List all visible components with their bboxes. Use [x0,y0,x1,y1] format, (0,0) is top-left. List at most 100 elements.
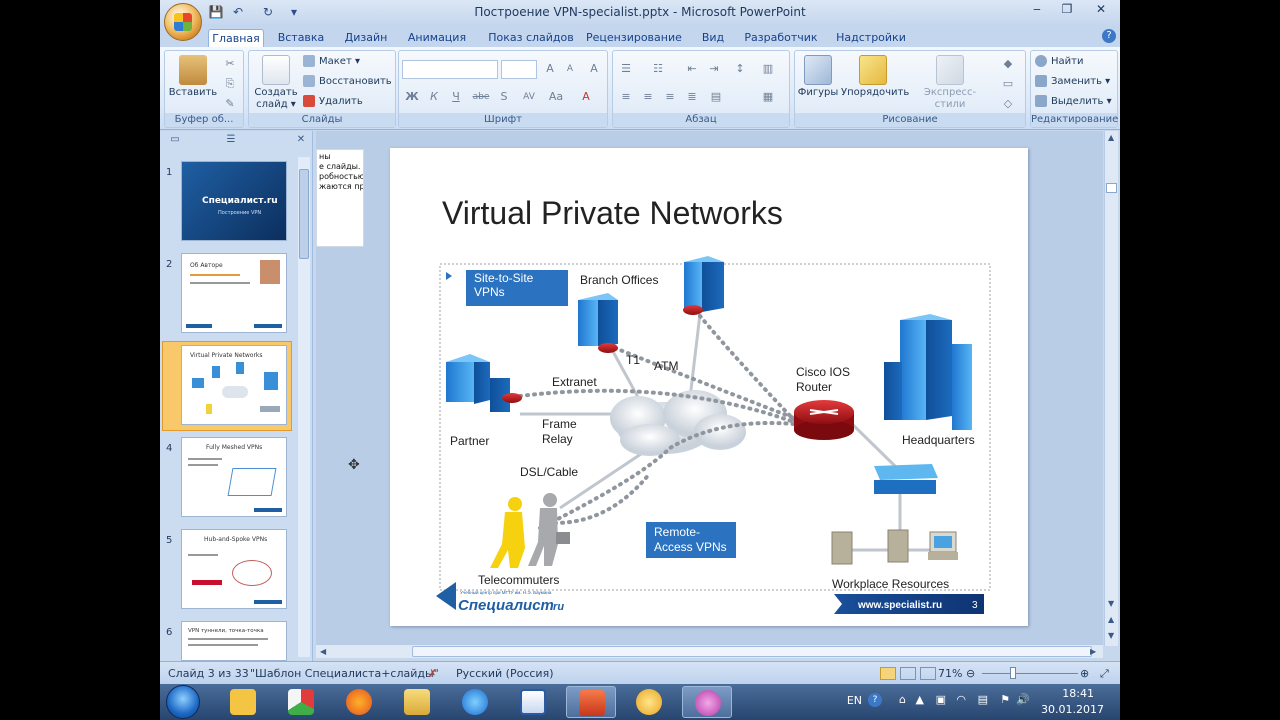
next-slide-icon[interactable]: ▼ [1108,631,1114,640]
underline-button[interactable]: Ч [447,88,465,106]
tab-design[interactable]: Дизайн [338,29,394,47]
wifi-icon[interactable]: ◠ [956,693,966,706]
copy-icon[interactable]: ⎘ [221,75,239,93]
taskbar-word[interactable] [508,686,558,718]
slide-thumb-2[interactable]: Об Авторе [181,253,287,333]
change-case-button[interactable]: Aa [545,88,567,106]
prev-slide-icon[interactable]: ▲ [1108,615,1114,624]
slide-thumb-3[interactable]: Virtual Private Networks [181,345,287,425]
layout-button[interactable]: Макет ▾ [303,53,360,71]
italic-button[interactable]: К [425,88,443,106]
close-panel-icon[interactable]: ✕ [290,134,312,150]
shadow-button[interactable]: S [495,88,513,106]
font-name-combo[interactable] [402,60,498,79]
delete-slide-button[interactable]: Удалить [303,93,363,111]
horizontal-scrollbar[interactable]: ◀ ▶ [316,644,1103,658]
tab-home[interactable]: Главная [208,29,264,47]
increase-indent-icon[interactable]: ⇥ [705,60,723,78]
clear-format-icon[interactable]: A [585,60,603,78]
shape-fill-icon[interactable]: ◆ [999,55,1017,73]
taskbar-app-8[interactable] [624,686,674,718]
bullets-icon[interactable]: ☰ [617,60,635,78]
shrink-font-icon[interactable]: A [561,60,579,78]
zoom-slider-track[interactable] [982,673,1078,674]
panel-scrollbar[interactable] [298,157,310,657]
align-center-icon[interactable]: ≡ [639,88,657,106]
vertical-scrollbar[interactable]: ▲ ▼ ▲ ▼ [1104,131,1118,646]
volume-icon[interactable]: 🔊 [1016,693,1030,706]
clock-time[interactable]: 18:41 [1062,687,1094,700]
taskbar-powerpoint[interactable] [566,686,616,718]
tab-developer[interactable]: Разработчик [744,29,818,47]
slides-tab-icon[interactable]: ▭ [164,134,186,150]
outline-tab-icon[interactable]: ☰ [220,134,242,150]
action-center-icon[interactable]: ⚑ [1000,693,1010,706]
spellcheck-icon[interactable]: ✗ [428,667,437,680]
slideshow-view-icon[interactable] [920,667,936,680]
slide-thumb-5[interactable]: Hub-and-Spoke VPNs [181,529,287,609]
justify-icon[interactable]: ≣ [683,88,701,106]
char-spacing-button[interactable]: AV [517,88,541,106]
help-icon[interactable]: ? [1102,29,1116,43]
close-button[interactable]: ✕ [1084,0,1118,18]
printer-icon[interactable]: ▣ [936,693,946,706]
input-language[interactable]: EN [847,694,862,707]
replace-button[interactable]: Заменить ▾ [1035,73,1110,91]
slide-sorter-icon[interactable] [900,667,916,680]
help-tray-icon[interactable]: ? [868,693,882,707]
normal-view-icon[interactable] [880,667,896,680]
tab-slideshow[interactable]: Показ слайдов [486,29,576,47]
zoom-in-icon[interactable]: ⊕ [1080,667,1089,680]
format-painter-icon[interactable]: ✎ [221,95,239,113]
slide-thumb-1[interactable]: Специалист.ru Построение VPN [181,161,287,241]
shapes-button[interactable]: Фигуры [795,55,841,99]
font-size-combo[interactable] [501,60,537,79]
scroll-up-icon[interactable]: ▲ [1108,133,1114,142]
strikethrough-button[interactable]: abe [469,88,493,106]
decrease-indent-icon[interactable]: ⇤ [683,60,701,78]
theme-name[interactable]: "Шаблон Специалиста+слайды" [250,667,439,680]
slide-thumb-4[interactable]: Fully Meshed VPNs [181,437,287,517]
tray-expand-icon[interactable]: ▲ [916,693,924,706]
cut-icon[interactable]: ✂ [221,55,239,73]
new-slide-button[interactable]: Создать слайд ▾ [251,55,301,111]
clock-date[interactable]: 30.01.2017 [1041,703,1104,716]
slide-thumb-6[interactable]: VPN туннели, точка-точка [181,621,287,661]
reset-button[interactable]: Восстановить [303,73,392,91]
tab-review[interactable]: Рецензирование [586,29,682,47]
panel-scroll-thumb[interactable] [299,169,309,259]
font-color-button[interactable]: A [577,88,595,106]
network-icon[interactable]: ▤ [978,693,988,706]
taskbar-firefox[interactable] [334,686,384,718]
horizontal-scroll-thumb[interactable] [412,646,1092,657]
align-right-icon[interactable]: ≡ [661,88,679,106]
vertical-scroll-thumb[interactable] [1106,183,1117,193]
scroll-left-icon[interactable]: ◀ [320,647,326,656]
tray-icon[interactable]: ⌂ [899,693,906,706]
scroll-down-icon[interactable]: ▼ [1108,599,1114,608]
text-columns-icon[interactable]: ▤ [707,88,725,106]
taskbar-ie[interactable] [450,686,500,718]
paste-button[interactable]: Вставить [167,55,219,99]
bold-button[interactable]: Ж [403,88,421,106]
zoom-out-icon[interactable]: ⊖ [966,667,975,680]
start-button[interactable] [166,685,200,719]
taskbar-explorer[interactable] [392,686,442,718]
quick-styles-button[interactable]: Экспресс-стили [909,55,991,111]
fit-to-window-icon[interactable]: ⤢ [1100,667,1109,681]
columns-icon[interactable]: ▥ [759,60,777,78]
scroll-right-icon[interactable]: ▶ [1090,647,1096,656]
zoom-slider-thumb[interactable] [1010,667,1016,679]
language-indicator[interactable]: Русский (Россия) [456,667,554,680]
shape-effects-icon[interactable]: ◇ [999,95,1017,113]
taskbar-app-9[interactable] [682,686,732,718]
tab-insert[interactable]: Вставка [272,29,330,47]
maximize-button[interactable]: ❐ [1052,0,1082,18]
align-left-icon[interactable]: ≡ [617,88,635,106]
minimize-button[interactable]: ‒ [1022,0,1052,18]
smartart-icon[interactable]: ▦ [759,88,777,106]
taskbar-mail-app[interactable] [218,686,268,718]
tab-view[interactable]: Вид [698,29,728,47]
numbering-icon[interactable]: ☷ [649,60,667,78]
line-spacing-icon[interactable]: ↕ [731,60,749,78]
